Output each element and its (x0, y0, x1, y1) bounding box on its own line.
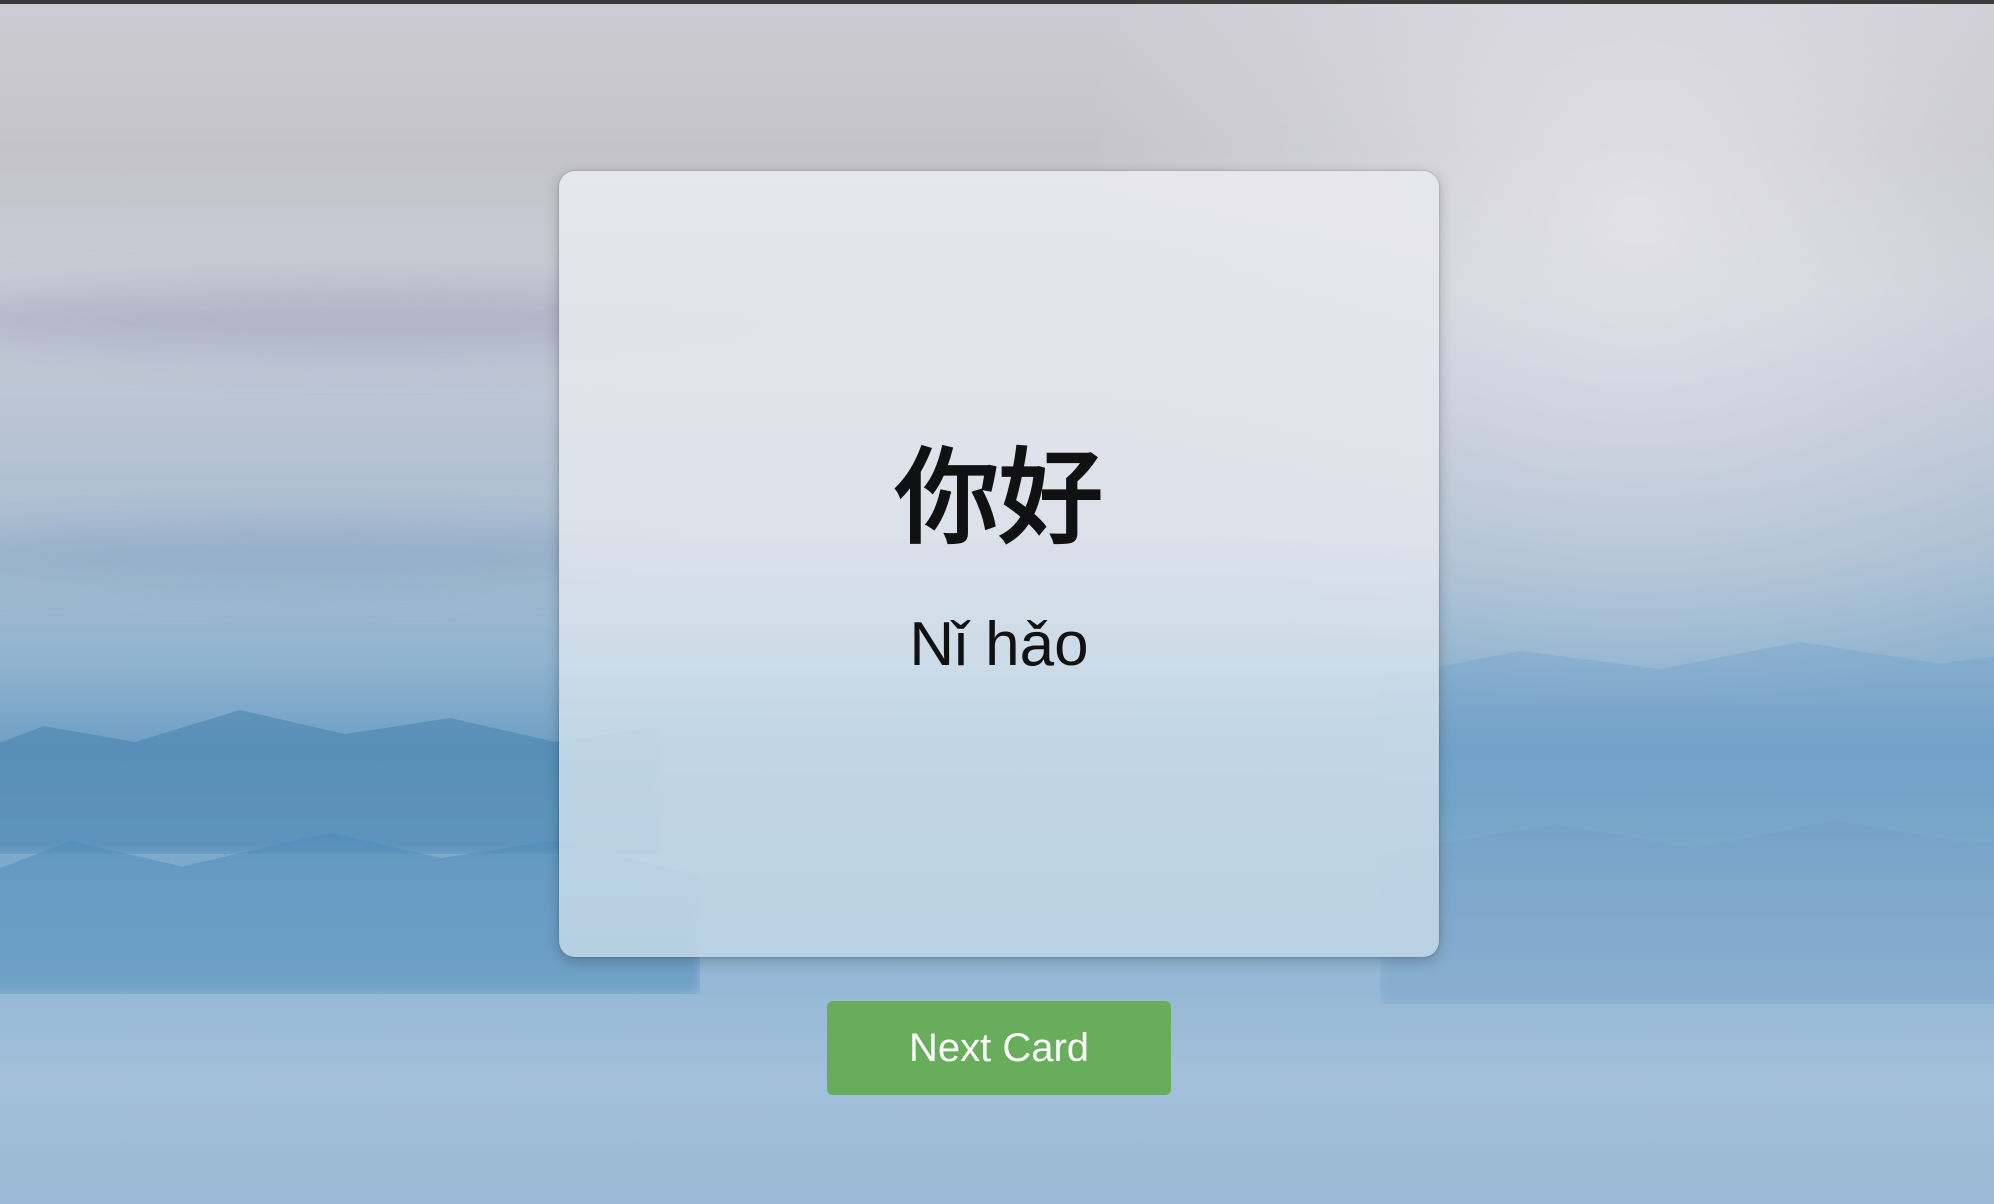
app-viewport: 你好 Nǐ hǎo Next Card (0, 0, 1994, 1204)
background-mountain-ridge (1380, 820, 1994, 1004)
next-card-button[interactable]: Next Card (827, 1001, 1171, 1095)
flashcard[interactable]: 你好 Nǐ hǎo (559, 171, 1439, 957)
flashcard-character: 你好 (894, 437, 1103, 559)
flashcard-pinyin: Nǐ hǎo (909, 610, 1089, 679)
